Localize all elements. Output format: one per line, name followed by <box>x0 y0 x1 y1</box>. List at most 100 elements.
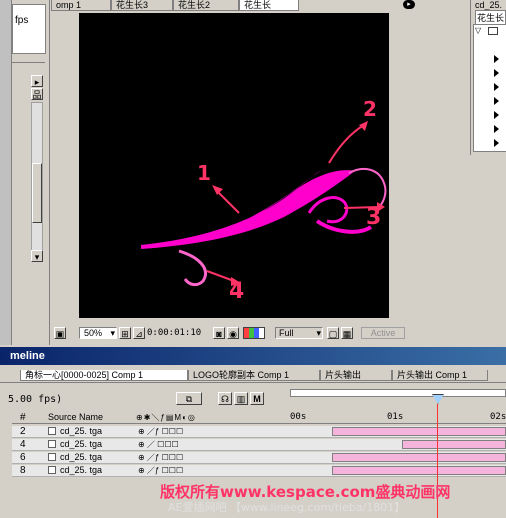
layer-switches[interactable]: ⊕ ／ƒ ☐☐☐ <box>138 452 183 463</box>
resolution-select[interactable]: Full ▾ <box>275 327 323 339</box>
timeline-tab-4[interactable]: 片头输出 Comp 1 <box>392 370 488 381</box>
left-panel-strip <box>0 0 12 345</box>
project-selected-item[interactable]: 花生长 <box>475 10 506 25</box>
layer-header-row: # Source Name ⊕✱＼ƒ▤M◐◎ 00s 01s 02s <box>12 411 506 424</box>
expand-triangle-icon[interactable] <box>494 125 499 133</box>
flower-swirl <box>307 196 349 224</box>
region-icon[interactable]: ▣ <box>54 327 66 339</box>
timeline-tab-2[interactable]: LOGO轮廓副本 Comp 1 <box>188 370 320 381</box>
transparency-grid-icon[interactable]: ▦ <box>341 327 353 339</box>
arrow-2-head <box>359 121 368 131</box>
layer-name[interactable]: cd_25. tga <box>60 452 102 462</box>
layer-num: 2 <box>20 426 26 437</box>
layer-name[interactable]: cd_25. tga <box>60 426 102 436</box>
camera-icon[interactable]: ◙ <box>213 327 225 339</box>
tab-options-button[interactable]: ▸ <box>403 0 415 9</box>
layer-num: 4 <box>20 439 26 450</box>
chevron-down-icon: ▾ <box>316 328 321 338</box>
viewer-canvas[interactable]: 1 2 3 4 <box>79 13 389 318</box>
grid-icon[interactable]: ⊞ <box>119 327 131 339</box>
layer-name[interactable]: cd_25. tga <box>60 439 102 449</box>
timeline-tab-bar: 角标一心[0000-0025] Comp 1 LOGO轮廓副本 Comp 1 片… <box>0 370 506 383</box>
expand-triangle-icon[interactable] <box>494 97 499 105</box>
work-area-bar[interactable] <box>290 389 506 397</box>
flower-main-stroke <box>141 170 355 249</box>
layer-row[interactable]: 2 cd_25. tga ⊕ ／ƒ ☐☐☐ <box>12 426 506 438</box>
arrow-1-head <box>212 185 223 195</box>
comp-window: omp 1 花生长3 花生长2 花生长 ▸ 1 2 3 4 ▣ 50% ▾ ⊞ … <box>51 0 419 345</box>
expand-triangle-icon[interactable] <box>494 111 499 119</box>
layer-switches[interactable]: ⊕ ／ƒ ☐☐☐ <box>138 426 183 437</box>
zoom-select[interactable]: 50% ▾ <box>79 327 117 339</box>
expand-arrow-button[interactable]: ▸ <box>31 75 43 87</box>
footage-icon <box>48 453 56 461</box>
col-source-name[interactable]: Source Name <box>48 412 103 422</box>
project-folder-icon <box>488 27 498 35</box>
arrow-1 <box>216 190 240 214</box>
annotation-4: 4 <box>229 279 245 304</box>
channel-color-icon[interactable] <box>243 327 265 339</box>
expand-triangle-icon[interactable] <box>494 69 499 77</box>
chevron-down-icon: ▾ <box>110 328 115 338</box>
timeline-tab-1[interactable]: 角标一心[0000-0025] Comp 1 <box>20 370 188 381</box>
layer-switches[interactable]: ⊕ ／ ☐☐☐ <box>138 439 179 450</box>
layer-duration-bar[interactable] <box>332 427 506 436</box>
ruler-01s: 01s <box>387 412 404 422</box>
annotation-3: 3 <box>366 205 382 230</box>
layer-duration-bar[interactable] <box>402 440 506 449</box>
time-indicator-handle[interactable] <box>432 394 444 404</box>
active-camera-label[interactable]: Active <box>361 327 405 339</box>
zoom-value: 50% <box>84 328 103 338</box>
project-item-label: cd_25. <box>475 0 503 10</box>
comp-flowchart-icon[interactable]: ⧉ <box>176 392 202 405</box>
timeline-tab-3[interactable]: 片头输出 <box>320 370 392 381</box>
snapshot-icon[interactable]: ◉ <box>227 327 239 339</box>
scroll-down-button[interactable]: ▾ <box>31 250 43 262</box>
comp-tab-2[interactable]: 花生长3 <box>111 0 173 11</box>
expand-triangle-icon[interactable] <box>494 55 499 63</box>
left-scrollbar[interactable] <box>31 102 43 262</box>
collapse-triangle-icon[interactable]: ▽ <box>475 26 481 35</box>
layer-num: 6 <box>20 452 26 463</box>
fps-label: fps <box>15 15 29 26</box>
flower-tail <box>315 219 373 234</box>
project-panel: cd_25. 花生长 ▽ <box>470 0 506 155</box>
timecode-display[interactable]: 0:00:01:10 <box>147 327 209 339</box>
resolution-value: Full <box>279 328 294 338</box>
arrow-2 <box>328 124 365 164</box>
comp-tab-4[interactable]: 花生长 <box>239 0 299 11</box>
switches-icons: ⊕✱＼ƒ▤M◐◎ <box>136 413 196 422</box>
flowchart-icon[interactable]: 品 <box>31 88 43 100</box>
timeline-title-bar: meline <box>0 347 506 365</box>
layer-name[interactable]: cd_25. tga <box>60 465 102 475</box>
scroll-thumb[interactable] <box>32 163 42 223</box>
fps-box: fps <box>12 4 46 54</box>
comp-tab-3[interactable]: 花生长2 <box>173 0 239 11</box>
region-of-interest-icon[interactable]: ▢ <box>327 327 339 339</box>
footage-icon <box>48 427 56 435</box>
comp-tab-1[interactable]: omp 1 <box>51 0 111 11</box>
layer-duration-bar[interactable] <box>332 453 506 462</box>
motion-blur-icon[interactable]: M <box>250 392 264 405</box>
flower-stem-down <box>178 249 207 287</box>
timeline-title: meline <box>10 350 45 362</box>
layer-row[interactable]: 6 cd_25. tga ⊕ ／ƒ ☐☐☐ <box>12 452 506 464</box>
comp-tab-bar: omp 1 花生长3 花生长2 花生长 ▸ <box>51 0 419 11</box>
expand-triangle-icon[interactable] <box>494 83 499 91</box>
annotation-2: 2 <box>363 97 377 121</box>
footage-icon <box>48 440 56 448</box>
layer-row[interactable]: 4 cd_25. tga ⊕ ／ ☐☐☐ <box>12 439 506 451</box>
timeline-window: meline 角标一心[0000-0025] Comp 1 LOGO轮廓副本 C… <box>0 347 506 518</box>
watermark-line-2: AE爱插网吧 【www.lineeg.com/tieba/1801】 <box>168 501 406 514</box>
expand-triangle-icon[interactable] <box>494 139 499 147</box>
annotation-1: 1 <box>197 161 211 185</box>
layer-switches[interactable]: ⊕ ／ƒ ☐☐☐ <box>138 465 183 476</box>
layer-duration-bar[interactable] <box>332 466 506 475</box>
layer-row[interactable]: 8 cd_25. tga ⊕ ／ƒ ☐☐☐ <box>12 465 506 477</box>
left-panel: fps ▸ 品 ▾ <box>0 0 50 345</box>
flower-stem-up <box>348 167 387 208</box>
mask-icon[interactable]: ⊿ <box>133 327 145 339</box>
draft-3d-icon[interactable]: ☊ <box>218 392 232 405</box>
fps-readout: 5.00 fps) <box>8 394 63 405</box>
frame-blend-icon[interactable]: ▥ <box>234 392 248 405</box>
